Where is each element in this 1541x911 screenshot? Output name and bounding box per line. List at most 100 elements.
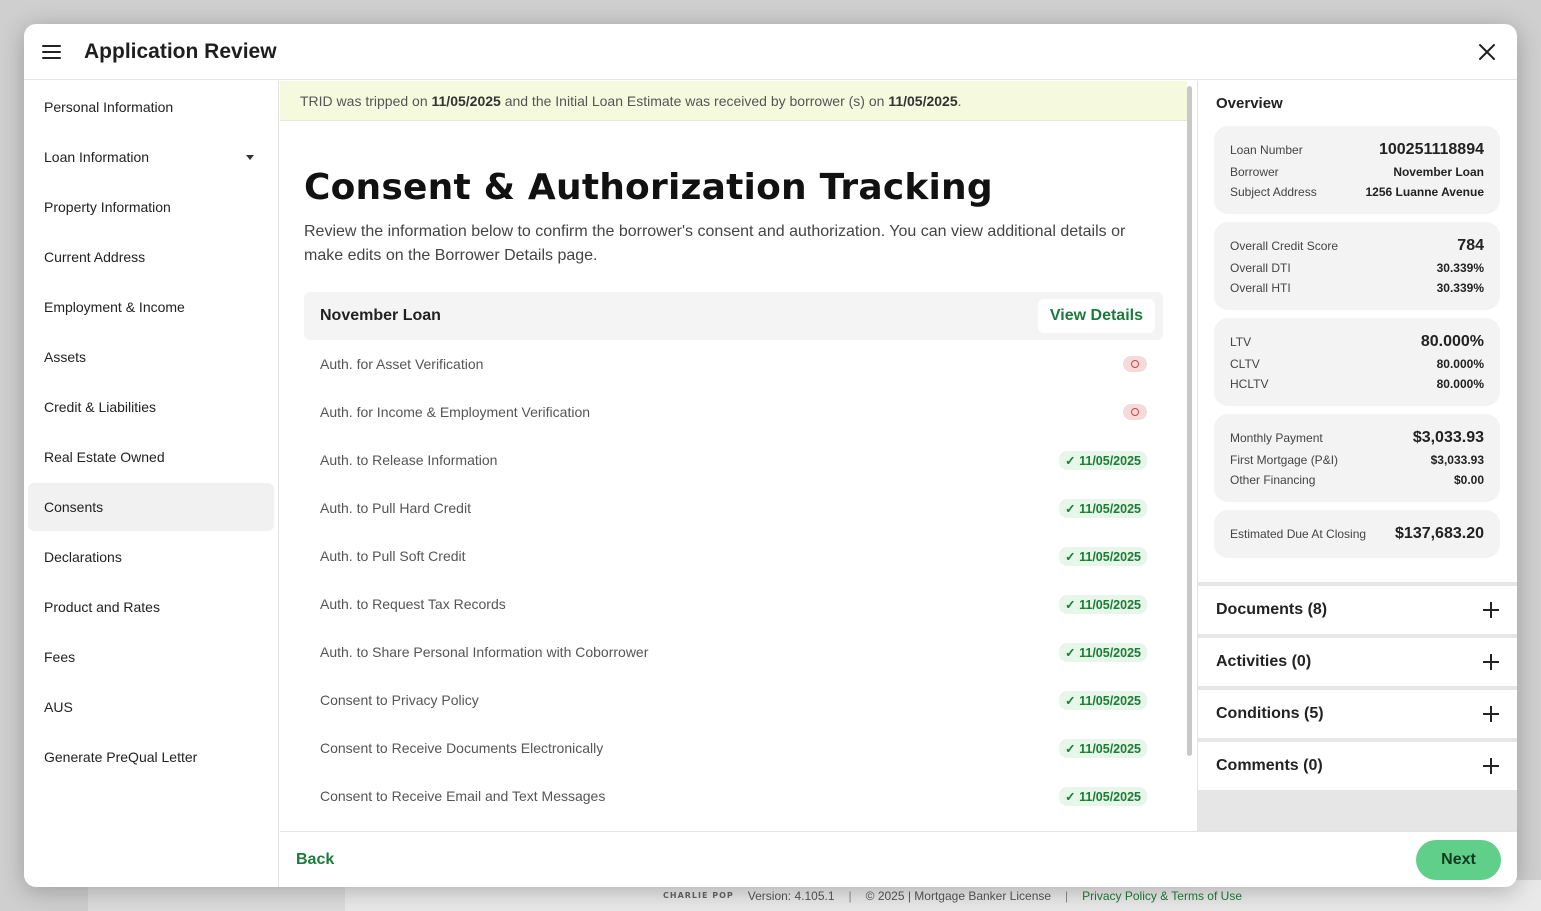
- sidebar-item-real-estate-owned[interactable]: Real Estate Owned: [28, 433, 274, 481]
- sidebar-item-label: Generate PreQual Letter: [44, 749, 198, 765]
- overview-row: Estimated Due At Closing $137,683.20: [1230, 522, 1484, 546]
- overview-label: Overall Credit Score: [1230, 239, 1339, 253]
- overview-label: Monthly Payment: [1230, 431, 1323, 445]
- consent-date-badge: ✓ 11/05/2025: [1059, 690, 1147, 710]
- next-button[interactable]: Next: [1416, 839, 1501, 880]
- overview-value: 100251118894: [1378, 141, 1484, 158]
- sidebar-item-declarations[interactable]: Declarations: [28, 533, 274, 581]
- application-review-modal: Application Review Personal Information …: [24, 24, 1517, 887]
- sidebar-item-loan-information[interactable]: Loan Information: [28, 133, 274, 181]
- overview-label: Borrower: [1230, 165, 1279, 179]
- borrower-card-header: November Loan View Details: [304, 292, 1163, 340]
- consent-row: Consent to Privacy Policy ✓ 11/05/2025: [304, 676, 1163, 724]
- documents-accordion[interactable]: Documents (8): [1198, 586, 1517, 634]
- consent-label: Auth. to Release Information: [320, 452, 498, 468]
- overview-value: 80.000%: [1420, 333, 1484, 350]
- consent-date-badge: ✓ 11/05/2025: [1059, 546, 1147, 566]
- comments-accordion[interactable]: Comments (0): [1198, 742, 1517, 790]
- consent-label: Auth. for Asset Verification: [320, 356, 484, 372]
- sidebar-item-employment-income[interactable]: Employment & Income: [28, 283, 274, 331]
- consent-date-badge: ✓ 11/05/2025: [1059, 498, 1147, 518]
- consent-date-badge: ✓ 11/05/2025: [1059, 642, 1147, 662]
- accordion-label: Activities (0): [1216, 653, 1312, 670]
- overview-row: Other Financing $0.00: [1230, 470, 1484, 490]
- sidebar-item-aus[interactable]: AUS: [28, 683, 274, 731]
- main-scrollbar[interactable]: [1187, 86, 1192, 756]
- sidebar-item-label: Credit & Liabilities: [44, 399, 157, 415]
- banner-text-middle: and the Initial Loan Estimate was receiv…: [504, 92, 885, 109]
- modal-header: Application Review: [24, 24, 1517, 80]
- sidebar-item-label: Real Estate Owned: [44, 449, 165, 465]
- consent-row: Auth. to Share Personal Information with…: [304, 628, 1163, 676]
- overview-row: First Mortgage (P&I) $3,033.93: [1230, 450, 1484, 470]
- sidebar-item-current-address[interactable]: Current Address: [28, 233, 274, 281]
- sidebar-item-label: Assets: [44, 349, 87, 365]
- overview-section: Overview Loan Number 100251118894 Borrowe…: [1198, 81, 1517, 582]
- overview-row: Overall HTI 30.339%: [1230, 278, 1484, 298]
- plus-icon[interactable]: [1483, 758, 1499, 774]
- overview-row: Subject Address 1256 Luanne Avenue: [1230, 182, 1484, 202]
- plus-icon[interactable]: [1483, 602, 1499, 618]
- overview-title: Overview: [1216, 95, 1283, 112]
- banner-text-prefix: TRID was tripped on: [300, 92, 428, 109]
- overview-value: 80.000%: [1436, 377, 1484, 391]
- sidebar-item-label: Current Address: [44, 249, 146, 265]
- overview-label: LTV: [1230, 335, 1252, 349]
- overview-row: LTV 80.000%: [1230, 330, 1484, 354]
- overview-row: Overall Credit Score 784: [1230, 234, 1484, 258]
- overview-value: 1256 Luanne Avenue: [1365, 185, 1485, 199]
- overview-label: Overall DTI: [1230, 261, 1291, 275]
- banner-date-1: 11/05/2025: [431, 92, 501, 109]
- sidebar-item-property-information[interactable]: Property Information: [28, 183, 274, 231]
- consent-label: Consent to Privacy Policy: [320, 692, 479, 708]
- privacy-link[interactable]: Privacy Policy & Terms of Use: [1082, 889, 1242, 903]
- consent-date-badge: ✓ 11/05/2025: [1059, 786, 1147, 806]
- conditions-accordion[interactable]: Conditions (5): [1198, 690, 1517, 738]
- back-button[interactable]: Back: [296, 851, 334, 869]
- overview-label: Other Financing: [1230, 473, 1316, 487]
- sidebar-item-credit-liabilities[interactable]: Credit & Liabilities: [28, 383, 274, 431]
- consent-row: Auth. for Asset Verification: [304, 340, 1163, 388]
- overview-row: Borrower November Loan: [1230, 162, 1484, 182]
- accordion-label: Comments (0): [1216, 757, 1323, 774]
- sidebar-item-label: Property Information: [44, 199, 171, 215]
- sidebar-item-generate-prequal-letter[interactable]: Generate PreQual Letter: [28, 733, 274, 781]
- payment-summary-card: Monthly Payment $3,033.93 First Mortgage …: [1214, 414, 1500, 502]
- activities-accordion[interactable]: Activities (0): [1198, 638, 1517, 686]
- consent-row: Auth. to Request Tax Records ✓ 11/05/2025: [304, 580, 1163, 628]
- hamburger-menu-icon[interactable]: [42, 42, 62, 62]
- accordion-label: Conditions (5): [1216, 705, 1324, 722]
- consent-label: Consent to Receive Email and Text Messag…: [320, 788, 606, 804]
- consent-label: Auth. for Income & Employment Verificati…: [320, 404, 591, 420]
- sidebar-item-label: Product and Rates: [44, 599, 160, 615]
- sidebar-item-label: Personal Information: [44, 99, 174, 115]
- credit-summary-card: Overall Credit Score 784 Overall DTI 30.33…: [1214, 222, 1500, 310]
- plus-icon[interactable]: [1483, 654, 1499, 670]
- modal-footer: Back Next: [280, 831, 1517, 887]
- view-details-button[interactable]: View Details: [1037, 299, 1155, 333]
- sidebar-item-personal-information[interactable]: Personal Information: [28, 83, 274, 131]
- closing-summary-card: Estimated Due At Closing $137,683.20: [1214, 510, 1500, 558]
- copyright-text: © 2025 | Mortgage Banker License: [865, 888, 1052, 903]
- sidebar-item-label: Fees: [44, 649, 76, 665]
- modal-title: Application Review: [84, 39, 277, 63]
- sidebar-item-label: Employment & Income: [44, 299, 185, 315]
- sidebar-item-fees[interactable]: Fees: [28, 633, 274, 681]
- consent-label: Auth. to Request Tax Records: [320, 596, 506, 612]
- caret-down-icon: [246, 155, 254, 160]
- consent-row: Consent to Receive Documents Electronica…: [304, 724, 1163, 772]
- overview-label: First Mortgage (P&I): [1230, 453, 1339, 467]
- loan-summary-card: Loan Number 100251118894 Borrower November…: [1214, 126, 1500, 214]
- sidebar-item-consents[interactable]: Consents: [28, 483, 274, 531]
- consent-row: Auth. for Income & Employment Verificati…: [304, 388, 1163, 436]
- borrower-name: November Loan: [320, 307, 441, 324]
- plus-icon[interactable]: [1483, 706, 1499, 722]
- sidebar-item-product-and-rates[interactable]: Product and Rates: [28, 583, 274, 631]
- banner-text-suffix: .: [957, 92, 962, 109]
- overview-value: $3,033.93: [1412, 429, 1484, 446]
- sidebar-item-label: AUS: [44, 699, 73, 715]
- close-icon[interactable]: [1475, 40, 1499, 64]
- sidebar-item-assets[interactable]: Assets: [28, 333, 274, 381]
- accordion-label: Documents (8): [1216, 601, 1328, 618]
- overview-label: HCLTV: [1230, 377, 1269, 391]
